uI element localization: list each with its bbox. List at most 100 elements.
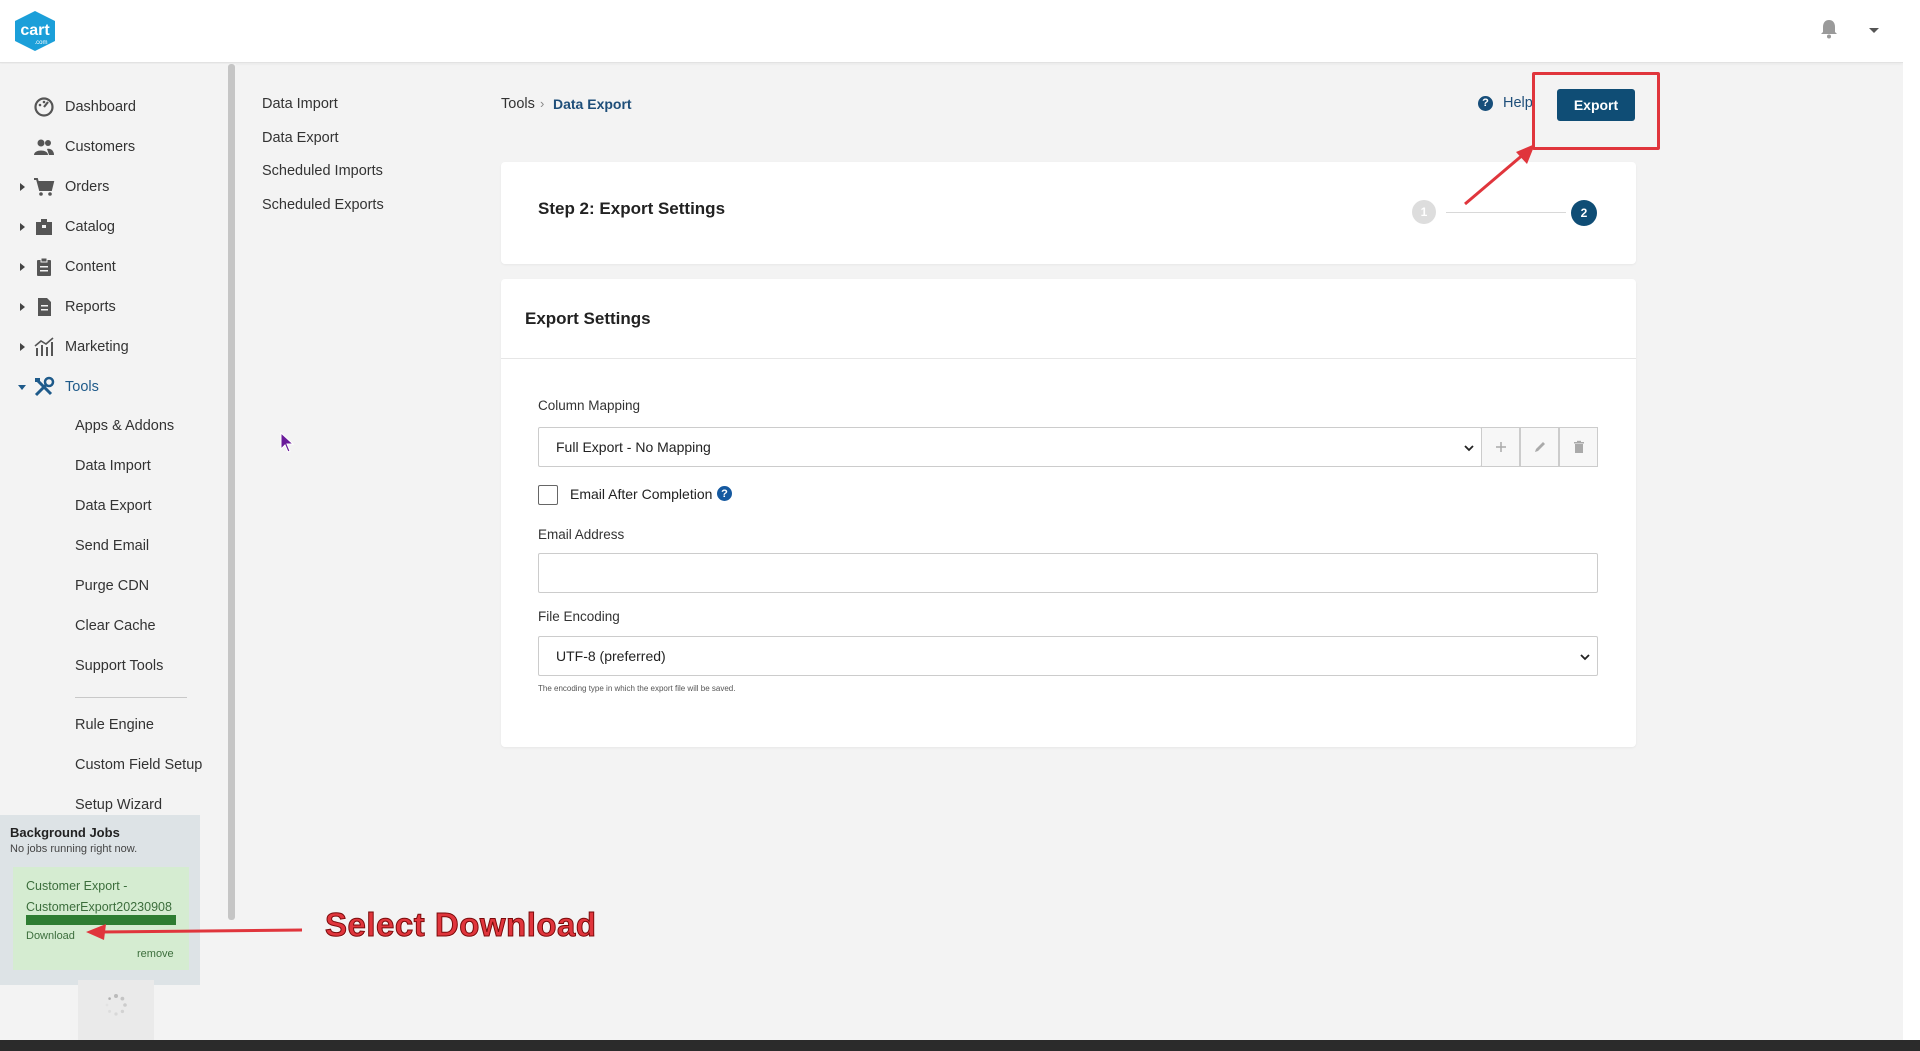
- mouse-cursor-icon: [280, 432, 295, 453]
- sidebar-item-content[interactable]: Content: [0, 251, 228, 283]
- spinner-icon: [105, 994, 127, 1016]
- add-mapping-button[interactable]: [1481, 427, 1520, 467]
- sidebar-item-label: Tools: [65, 379, 99, 395]
- sidebar-item-label: Content: [65, 259, 116, 275]
- sidebar-scrollbar[interactable]: [228, 64, 235, 920]
- help-link[interactable]: ? Help: [1478, 95, 1533, 111]
- export-settings-card: Export Settings Column Mapping Full Expo…: [501, 279, 1636, 747]
- background-jobs-panel: Background Jobs No jobs running right no…: [0, 815, 200, 985]
- chevron-right-icon: [20, 263, 25, 271]
- file-encoding-value: UTF-8 (preferred): [556, 648, 666, 664]
- sidebar-item-label: Reports: [65, 299, 116, 315]
- annotation-label: Select Download: [325, 906, 597, 944]
- file-encoding-help: The encoding type in which the export fi…: [538, 684, 736, 693]
- sidebar-item-label: Marketing: [65, 339, 129, 355]
- sidebar-item-reports[interactable]: Reports: [0, 291, 228, 323]
- sidebar-item-label: Dashboard: [65, 99, 136, 115]
- step-card: Step 2: Export Settings 1 2: [501, 162, 1636, 264]
- sidebar-item-orders[interactable]: Orders: [0, 171, 228, 203]
- svg-text:.com: .com: [34, 40, 47, 46]
- page-margin: [1903, 0, 1920, 1040]
- chevron-right-icon: [20, 343, 25, 351]
- sidebar-item-dashboard[interactable]: Dashboard: [0, 91, 228, 123]
- chevron-down-icon: [1580, 654, 1590, 661]
- job-remove-link[interactable]: remove: [137, 948, 174, 960]
- sidebar-subitem-data-export[interactable]: Data Export: [75, 492, 152, 520]
- tools-menu-scheduled-exports[interactable]: Scheduled Exports: [262, 197, 384, 213]
- step-1-indicator: 1: [1412, 200, 1436, 224]
- email-after-completion-checkbox[interactable]: [538, 485, 558, 505]
- cart-icon: [34, 178, 55, 196]
- sidebar-item-customers[interactable]: Customers: [0, 131, 228, 163]
- job-name: Customer Export - CustomerExport20230908: [26, 876, 186, 918]
- sidebar-subitem-clear-cache[interactable]: Clear Cache: [75, 612, 156, 640]
- sidebar-item-label: Catalog: [65, 219, 115, 235]
- sidebar-subitem-support-tools[interactable]: Support Tools: [75, 652, 163, 680]
- sidebar-divider: [75, 697, 187, 698]
- background-jobs-status: No jobs running right now.: [10, 843, 138, 855]
- cart-logo[interactable]: cart .com: [13, 11, 57, 51]
- job-progress-bar: [26, 915, 176, 925]
- sidebar-subitem-send-email[interactable]: Send Email: [75, 532, 149, 560]
- question-icon[interactable]: ?: [717, 486, 732, 501]
- sidebar-item-marketing[interactable]: Marketing: [0, 331, 228, 363]
- plus-icon: [1495, 442, 1506, 452]
- chart-icon: [34, 337, 54, 356]
- job-download-link[interactable]: Download: [26, 930, 75, 942]
- step-connector: [1446, 212, 1566, 213]
- file-encoding-select[interactable]: UTF-8 (preferred): [538, 636, 1598, 676]
- dashboard-icon: [34, 97, 54, 117]
- email-address-label: Email Address: [538, 527, 625, 542]
- svg-text:cart: cart: [20, 22, 50, 39]
- chevron-right-icon: [20, 223, 25, 231]
- caret-down-icon[interactable]: [1866, 22, 1882, 38]
- bell-icon[interactable]: [1818, 18, 1840, 40]
- background-jobs-title: Background Jobs: [10, 825, 120, 840]
- sidebar-subitem-apps-addons[interactable]: Apps & Addons: [75, 412, 174, 440]
- loading-spinner: [78, 980, 154, 1040]
- column-mapping-value: Full Export - No Mapping: [556, 439, 711, 455]
- annotation-highlight-box: [1532, 72, 1660, 150]
- bottom-bar: [0, 1040, 1920, 1051]
- breadcrumb-current: Data Export: [553, 96, 632, 112]
- email-address-input[interactable]: [538, 553, 1598, 593]
- pencil-icon: [1534, 442, 1545, 452]
- column-mapping-label: Column Mapping: [538, 398, 641, 413]
- chevron-right-icon: [20, 183, 25, 191]
- chevron-right-icon: [20, 303, 25, 311]
- job-name-line1: Customer Export -: [26, 879, 128, 893]
- card-title: Export Settings: [525, 309, 651, 328]
- tools-icon: [34, 376, 55, 397]
- help-label: Help: [1503, 95, 1533, 111]
- clipboard-icon: [37, 257, 51, 276]
- question-icon: ?: [1478, 95, 1493, 111]
- job-card: Customer Export - CustomerExport20230908…: [13, 867, 189, 970]
- box-icon: [36, 219, 52, 235]
- step-2-indicator: 2: [1571, 200, 1597, 226]
- chevron-down-icon: [1464, 445, 1474, 452]
- column-mapping-select[interactable]: Full Export - No Mapping: [538, 427, 1482, 467]
- sidebar-subitem-rule-engine[interactable]: Rule Engine: [75, 711, 154, 739]
- sidebar-item-label: Orders: [65, 179, 110, 195]
- sidebar-subitem-data-import[interactable]: Data Import: [75, 452, 151, 480]
- sidebar-subitem-custom-field-setup[interactable]: Custom Field Setup: [75, 751, 202, 779]
- file-encoding-label: File Encoding: [538, 609, 620, 624]
- tools-menu-scheduled-imports[interactable]: Scheduled Imports: [262, 163, 383, 179]
- trash-icon: [1573, 440, 1584, 453]
- delete-mapping-button[interactable]: [1559, 427, 1598, 467]
- sidebar-item-tools[interactable]: Tools: [0, 371, 228, 403]
- tools-menu-data-export[interactable]: Data Export: [262, 130, 339, 146]
- users-icon: [34, 139, 54, 155]
- sidebar-item-catalog[interactable]: Catalog: [0, 211, 228, 243]
- card-header: Export Settings: [501, 279, 1636, 359]
- tools-menu-data-import[interactable]: Data Import: [262, 96, 338, 112]
- email-after-completion-label: Email After Completion: [570, 486, 713, 502]
- breadcrumb-tools[interactable]: Tools: [501, 96, 535, 112]
- report-icon: [38, 298, 51, 316]
- sidebar-subitem-purge-cdn[interactable]: Purge CDN: [75, 572, 149, 600]
- chevron-down-icon: [18, 385, 26, 390]
- step-title: Step 2: Export Settings: [538, 199, 726, 218]
- edit-mapping-button[interactable]: [1520, 427, 1559, 467]
- top-bar: cart .com: [0, 0, 1903, 63]
- sidebar-item-label: Customers: [65, 139, 136, 155]
